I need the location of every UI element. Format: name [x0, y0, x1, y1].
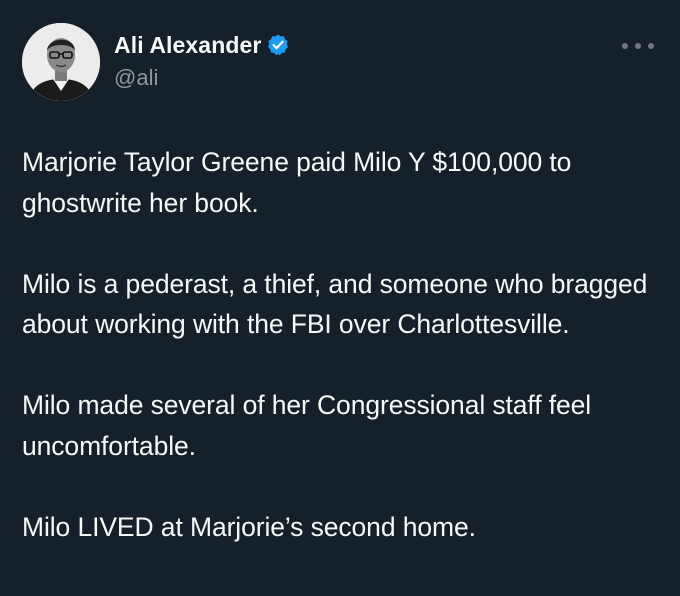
ellipsis-dot	[622, 43, 628, 49]
tweet-header: Ali Alexander @ali	[22, 23, 658, 103]
tweet-text: Marjorie Taylor Greene paid Milo Y $100,…	[22, 142, 662, 588]
avatar-image	[22, 23, 100, 101]
author-block: Ali Alexander @ali	[114, 29, 290, 91]
ellipsis-dot	[635, 43, 641, 49]
tweet-paragraph: Marjorie Taylor Greene paid Milo Y $100,…	[22, 147, 572, 218]
tweet-paragraph: Milo is a pederast, a thief, and someone…	[22, 268, 648, 340]
name-row: Ali Alexander	[114, 29, 290, 61]
author-handle[interactable]: @ali	[114, 65, 290, 91]
avatar[interactable]	[22, 23, 100, 101]
verified-badge-icon[interactable]	[266, 33, 290, 57]
tweet-paragraph: Milo LIVED at Marjorie’s second home.	[22, 511, 476, 542]
author-display-name[interactable]: Ali Alexander	[114, 32, 261, 59]
more-options-icon[interactable]	[622, 39, 654, 53]
ellipsis-dot	[648, 43, 654, 49]
tweet-paragraph: Milo made several of her Congressional s…	[22, 390, 592, 461]
